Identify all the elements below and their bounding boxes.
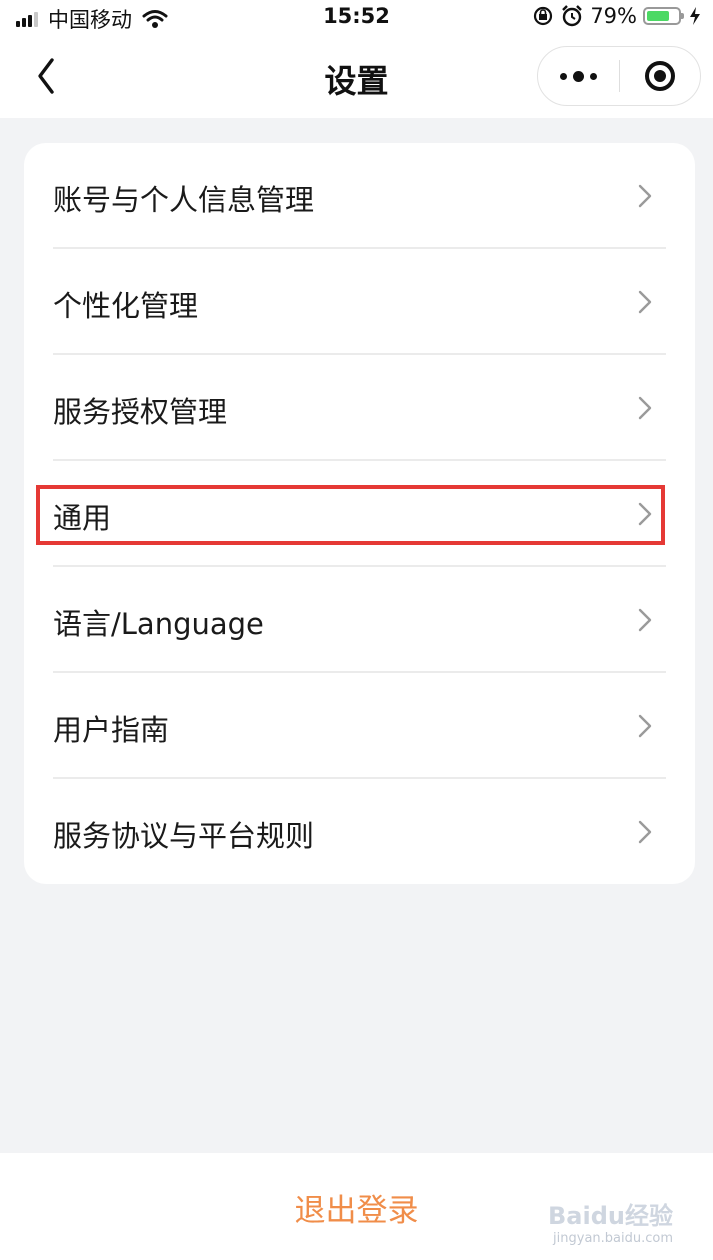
charging-icon	[690, 7, 700, 25]
watermark-subtext: jingyan.baidu.com	[553, 1231, 673, 1246]
close-mini-program-button[interactable]	[620, 47, 701, 105]
settings-item-label: 语言/Language	[53, 607, 264, 641]
chevron-right-icon	[638, 184, 652, 208]
bottom-bar: 退出登录 Baidu经验 jingyan.baidu.com	[0, 1153, 713, 1260]
nav-bar: 设置	[0, 34, 713, 118]
status-bar: 中国移动 15:52 79%	[0, 0, 713, 34]
settings-item-service-authorization[interactable]: 服务授权管理	[24, 355, 695, 461]
chevron-right-icon	[638, 396, 652, 420]
settings-item-personalization[interactable]: 个性化管理	[24, 249, 695, 355]
settings-item-label: 服务授权管理	[53, 395, 228, 429]
settings-item-label: 个性化管理	[53, 289, 199, 323]
watermark-text: Baidu经验	[548, 1202, 673, 1230]
settings-item-account[interactable]: 账号与个人信息管理	[24, 143, 695, 249]
chevron-right-icon	[638, 290, 652, 314]
settings-item-label: 用户指南	[53, 713, 170, 747]
settings-item-service-agreement[interactable]: 服务协议与平台规则	[24, 779, 695, 885]
target-circle-icon	[644, 61, 675, 91]
settings-item-label: 账号与个人信息管理	[53, 183, 315, 217]
chevron-right-icon	[638, 608, 652, 632]
more-menu-button[interactable]	[538, 47, 619, 105]
chevron-right-icon	[638, 820, 652, 844]
settings-item-label: 服务协议与平台规则	[53, 819, 315, 853]
battery-percent: 79%	[590, 4, 637, 28]
orientation-lock-icon	[534, 6, 553, 26]
settings-item-user-guide[interactable]: 用户指南	[24, 673, 695, 779]
alarm-icon	[562, 5, 583, 27]
settings-item-language[interactable]: 语言/Language	[24, 567, 695, 673]
more-dots-icon	[557, 70, 600, 82]
status-right: 79%	[532, 4, 701, 28]
battery-icon	[643, 7, 684, 25]
watermark: Baidu经验 jingyan.baidu.com	[548, 1196, 673, 1246]
chevron-right-icon	[638, 714, 652, 738]
highlight-annotation-box	[36, 485, 665, 545]
mini-program-capsule	[537, 46, 701, 106]
